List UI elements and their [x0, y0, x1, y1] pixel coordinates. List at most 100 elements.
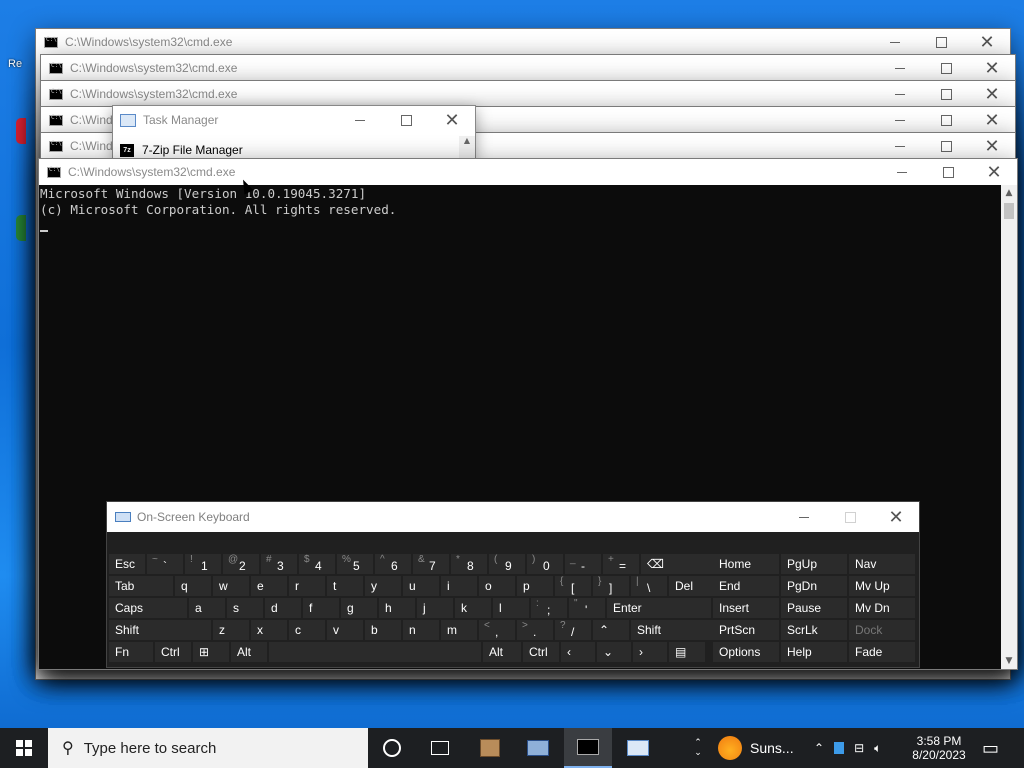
nav-key[interactable]: PgDn	[781, 576, 847, 596]
minimize-button[interactable]	[877, 107, 923, 133]
key[interactable]: z	[213, 620, 249, 640]
close-button[interactable]: ✕	[969, 107, 1015, 133]
close-button[interactable]: ✕	[969, 133, 1015, 159]
on-screen-keyboard[interactable]: On-Screen Keyboard ✕ Esc ~ `! 1 @2 #3 $4% 5 ^ 6 & 7…	[106, 501, 920, 668]
weather-widget[interactable]: Suns...	[718, 728, 794, 768]
nav-key[interactable]: Nav	[849, 554, 915, 574]
key[interactable]: o	[479, 576, 515, 596]
nav-key[interactable]: Fade	[849, 642, 915, 662]
key[interactable]: s	[227, 598, 263, 618]
app-icon[interactable]	[16, 215, 26, 241]
key[interactable]: n	[403, 620, 439, 640]
tray-chevron-icon[interactable]: ⌃	[814, 741, 824, 755]
close-button[interactable]: ✕	[873, 504, 919, 530]
network-icon[interactable]: ⊟	[854, 741, 864, 755]
task-manager-taskbar-icon[interactable]	[614, 728, 662, 768]
nav-key[interactable]: Insert	[713, 598, 779, 618]
key[interactable]: @2	[223, 554, 259, 574]
minimize-button[interactable]	[877, 133, 923, 159]
key[interactable]: p	[517, 576, 553, 596]
chrome-icon[interactable]	[16, 118, 26, 144]
key[interactable]: ⌄	[597, 642, 631, 662]
key[interactable]: f	[303, 598, 339, 618]
key[interactable]: w	[213, 576, 249, 596]
scroll-down-arrow[interactable]: ▼	[1001, 653, 1017, 669]
key[interactable]: e	[251, 576, 287, 596]
key[interactable]: Alt	[231, 642, 267, 662]
close-button[interactable]: ✕	[964, 29, 1010, 55]
task-manager-window[interactable]: Task Manager ✕ 7z 7-Zip File Manager ▲	[112, 105, 476, 160]
maximize-button[interactable]	[923, 107, 969, 133]
scroll-up-arrow[interactable]: ▲	[1001, 185, 1017, 201]
key[interactable]: _ -	[565, 554, 601, 574]
maximize-button[interactable]	[918, 29, 964, 55]
nav-key[interactable]: ScrLk	[781, 620, 847, 640]
nav-key[interactable]: Options	[713, 642, 779, 662]
key[interactable]: k	[455, 598, 491, 618]
clock[interactable]: 3:58 PM 8/20/2023	[904, 728, 974, 768]
key[interactable]: j	[417, 598, 453, 618]
key[interactable]: :;	[531, 598, 567, 618]
volume-icon[interactable]: 🔈︎	[874, 741, 881, 756]
key[interactable]: {[	[555, 576, 591, 596]
network-app-icon[interactable]	[514, 728, 562, 768]
key[interactable]: ^ 6	[375, 554, 411, 574]
search-box[interactable]: ⚲ Type here to search	[48, 728, 368, 768]
minimize-button[interactable]	[781, 504, 827, 530]
key[interactable]: " '	[569, 598, 605, 618]
key[interactable]: Shift	[109, 620, 211, 640]
nav-key[interactable]: Dock	[849, 620, 915, 640]
process-row[interactable]: 7z 7-Zip File Manager	[113, 140, 243, 159]
key[interactable]: (9	[489, 554, 525, 574]
key[interactable]: Fn	[109, 642, 153, 662]
key[interactable]: r	[289, 576, 325, 596]
key[interactable]: Esc	[109, 554, 145, 574]
key[interactable]: y	[365, 576, 401, 596]
close-button[interactable]: ✕	[429, 107, 475, 133]
key[interactable]: t	[327, 576, 363, 596]
close-button[interactable]: ✕	[969, 81, 1015, 107]
task-view-icon[interactable]	[416, 728, 464, 768]
key[interactable]: Caps	[109, 598, 187, 618]
overflow-chevron-icon[interactable]: ⌃ ⌄	[688, 728, 708, 768]
cortana-icon[interactable]	[368, 728, 416, 768]
key[interactable]: i	[441, 576, 477, 596]
maximize-button[interactable]	[925, 159, 971, 185]
key[interactable]: + =	[603, 554, 639, 574]
minimize-button[interactable]	[872, 29, 918, 55]
minimize-button[interactable]	[877, 55, 923, 81]
key[interactable]: <,	[479, 620, 515, 640]
cmd-taskbar-icon[interactable]	[564, 728, 612, 768]
key[interactable]: $4	[299, 554, 335, 574]
key[interactable]: b	[365, 620, 401, 640]
minimize-button[interactable]	[879, 159, 925, 185]
minimize-button[interactable]	[877, 81, 923, 107]
maximize-button[interactable]	[923, 81, 969, 107]
nav-key[interactable]: End	[713, 576, 779, 596]
key[interactable]: c	[289, 620, 325, 640]
key[interactable]: | \	[631, 576, 667, 596]
key[interactable]: * 8	[451, 554, 487, 574]
maximize-button[interactable]	[923, 133, 969, 159]
nav-key[interactable]: Home	[713, 554, 779, 574]
nav-key[interactable]: Pause	[781, 598, 847, 618]
key[interactable]: ›	[633, 642, 667, 662]
nav-key[interactable]: Mv Dn	[849, 598, 915, 618]
key[interactable]: ⊞	[193, 642, 229, 662]
key[interactable]: g	[341, 598, 377, 618]
key[interactable]: ? /	[555, 620, 591, 640]
key[interactable]: }]	[593, 576, 629, 596]
key[interactable]: Tab	[109, 576, 173, 596]
scroll-thumb[interactable]	[1004, 203, 1014, 219]
desktop-icon-recycle-bin[interactable]: Re	[8, 58, 38, 70]
key[interactable]: Enter	[607, 598, 711, 618]
key[interactable]: ▤	[669, 642, 705, 662]
nav-key[interactable]: PgUp	[781, 554, 847, 574]
key[interactable]: Shift	[631, 620, 715, 640]
key[interactable]: Ctrl	[523, 642, 559, 662]
close-button[interactable]: ✕	[969, 55, 1015, 81]
key[interactable]: ~ `	[147, 554, 183, 574]
maximize-button[interactable]	[923, 55, 969, 81]
key[interactable]: a	[189, 598, 225, 618]
nav-key[interactable]: Mv Up	[849, 576, 915, 596]
